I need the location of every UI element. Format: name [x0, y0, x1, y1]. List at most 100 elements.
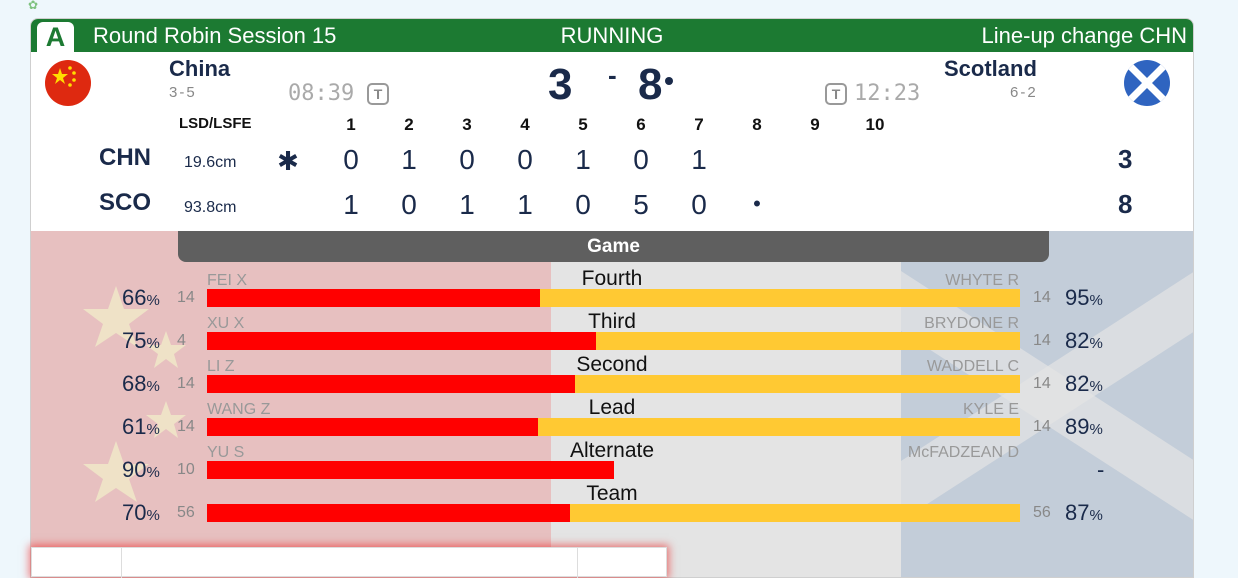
tab-game[interactable]: Game	[178, 231, 1049, 262]
percent-sign: %	[1089, 421, 1103, 438]
player-stat-row: Fourth FEI X WHYTE R 66% 14 14 95%	[31, 267, 1193, 310]
player-stat-row: Lead WANG Z KYLE E 61% 14 14 89%	[31, 396, 1193, 439]
total-score-left: 3	[1118, 144, 1133, 174]
bar-right-fill	[570, 504, 1020, 522]
end-score: 0	[459, 144, 475, 175]
end-score: 0	[691, 189, 707, 220]
percent-sign: %	[1089, 292, 1103, 309]
percentage-right: 95%	[1065, 285, 1103, 310]
end-number: 5	[578, 115, 588, 134]
lsfe-marker-icon: ✱	[277, 146, 299, 176]
shots-left: 56	[177, 504, 195, 521]
player-stat-row: Second LI Z WADDELL C 68% 14 14 82%	[31, 353, 1193, 396]
hammer-icon: •	[753, 191, 761, 216]
end-score: 5	[633, 189, 649, 220]
comparison-bar	[207, 289, 1020, 307]
player-name-right: McFADZEAN D	[907, 444, 1019, 461]
bar-right-fill	[596, 332, 1020, 350]
team-name-left: China	[169, 56, 231, 81]
total-score-right: 8	[1118, 189, 1133, 219]
time-remaining-right: 12:23	[854, 81, 921, 106]
percentage-left: 66%	[122, 285, 160, 310]
percentage-right: 82%	[1065, 328, 1103, 353]
shots-right: 14	[1033, 418, 1051, 435]
bar-right-fill	[538, 418, 1020, 436]
percentage-left: 70%	[122, 500, 160, 525]
team-abbr-left: CHN	[99, 144, 151, 171]
player-stats-panel: Game Fourth FEI X WHYTE R 66% 14 14 95% Third XU…	[31, 231, 1193, 577]
end-score: 1	[575, 144, 591, 175]
lsd-value-left: 19.6cm	[184, 154, 237, 171]
end-score: 0	[633, 144, 649, 175]
team-record-left: 3-5	[169, 84, 197, 101]
end-score: 0	[517, 144, 533, 175]
percent-sign: %	[146, 464, 160, 481]
percentage-left: 75%	[122, 328, 160, 353]
end-score: 1	[343, 189, 359, 220]
end-score: 1	[517, 189, 533, 220]
score-separator: -	[608, 60, 617, 90]
lineup-change-notice: Line-up change CHN	[981, 23, 1187, 48]
china-flag-icon	[45, 60, 91, 106]
game-header: A Round Robin Session 15 RUNNING Line-up…	[31, 19, 1193, 52]
percent-sign: %	[1089, 378, 1103, 395]
end-number: 8	[752, 115, 762, 134]
linescore-row-left: CHN 19.6cm ✱ 0 1 0 0 1 0 1 3	[31, 144, 1193, 184]
percent-sign: %	[146, 421, 160, 438]
end-number: 4	[520, 115, 530, 134]
player-name-right: BRYDONE R	[924, 315, 1019, 332]
player-name-right: WADDELL C	[926, 358, 1019, 375]
player-stat-row: Team 70% 56 56 87%	[31, 482, 1193, 525]
percentage-right: 82%	[1065, 371, 1103, 396]
lsd-value-right: 93.8cm	[184, 199, 237, 216]
time-remaining-left: 08:39	[288, 81, 355, 106]
end-score: 1	[401, 144, 417, 175]
shots-left: 14	[177, 418, 195, 435]
player-name-left: LI Z	[207, 358, 235, 375]
comparison-bar	[207, 461, 1020, 479]
shots-left: 14	[177, 375, 195, 392]
shots-right: 14	[1033, 289, 1051, 306]
percent-sign: %	[1089, 507, 1103, 524]
scotland-flag-icon	[1124, 60, 1170, 106]
percentage-right: 89%	[1065, 414, 1103, 439]
end-score: 1	[691, 144, 707, 175]
end-number: 2	[404, 115, 414, 134]
score-row: China 3-5 08:39 T 3 - 8 T 12:23 Scotland…	[31, 52, 1193, 110]
player-name-right: KYLE E	[962, 401, 1019, 418]
end-number: 1	[346, 115, 356, 134]
position-label: Team	[586, 482, 638, 505]
shots-right: 56	[1033, 504, 1051, 521]
score-right: 8	[638, 60, 663, 109]
percent-sign: %	[146, 335, 160, 352]
team-record-right: 6-2	[1010, 84, 1038, 101]
bar-left-fill	[207, 289, 540, 307]
comparison-bar	[207, 375, 1020, 393]
divider	[577, 548, 578, 578]
end-score: 0	[575, 189, 591, 220]
shots-right: 14	[1033, 332, 1051, 349]
hammer-icon	[665, 77, 673, 85]
player-name-right: WHYTE R	[945, 272, 1019, 289]
shots-right: 14	[1033, 375, 1051, 392]
percentage-left: 90%	[122, 457, 160, 482]
percent-sign: %	[146, 507, 160, 524]
player-name-left: XU X	[207, 315, 245, 332]
team-abbr-right: SCO	[99, 189, 152, 216]
comparison-bar	[207, 332, 1020, 350]
end-number: 6	[636, 115, 646, 134]
percent-sign: %	[1089, 335, 1103, 352]
bar-left-fill	[207, 418, 538, 436]
player-stat-row: Alternate YU S McFADZEAN D 90% 10-	[31, 439, 1193, 482]
timeout-icon: T	[825, 83, 847, 105]
end-score: 0	[343, 144, 359, 175]
end-score: 1	[459, 189, 475, 220]
lsd-header: LSD/LSFE	[179, 115, 252, 132]
score-left: 3	[548, 60, 573, 109]
bar-right-fill	[575, 375, 1020, 393]
comparison-bar	[207, 418, 1020, 436]
bar-left-fill	[207, 504, 570, 522]
player-name-left: YU S	[207, 444, 245, 461]
end-number: 3	[462, 115, 472, 134]
end-score: 0	[401, 189, 417, 220]
